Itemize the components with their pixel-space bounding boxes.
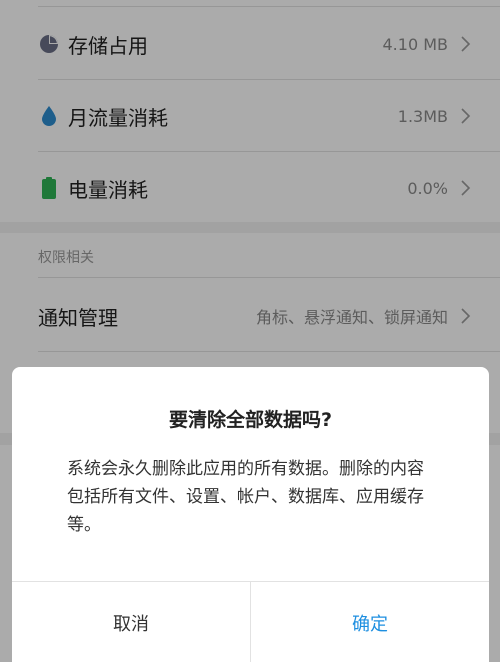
- clear-data-dialog: 要清除全部数据吗? 系统会永久删除此应用的所有数据。删除的内容包括所有文件、设置…: [12, 367, 489, 662]
- dialog-title: 要清除全部数据吗?: [168, 409, 333, 431]
- dialog-button-bar: 取消 确定: [12, 581, 489, 662]
- cancel-button[interactable]: 取消: [12, 582, 251, 662]
- watermark-logo: Bai 经验: [423, 618, 482, 635]
- dialog-message: 系统会永久删除此应用的所有数据。删除的内容包括所有文件、设置、帐户、数据库、应用…: [67, 459, 424, 535]
